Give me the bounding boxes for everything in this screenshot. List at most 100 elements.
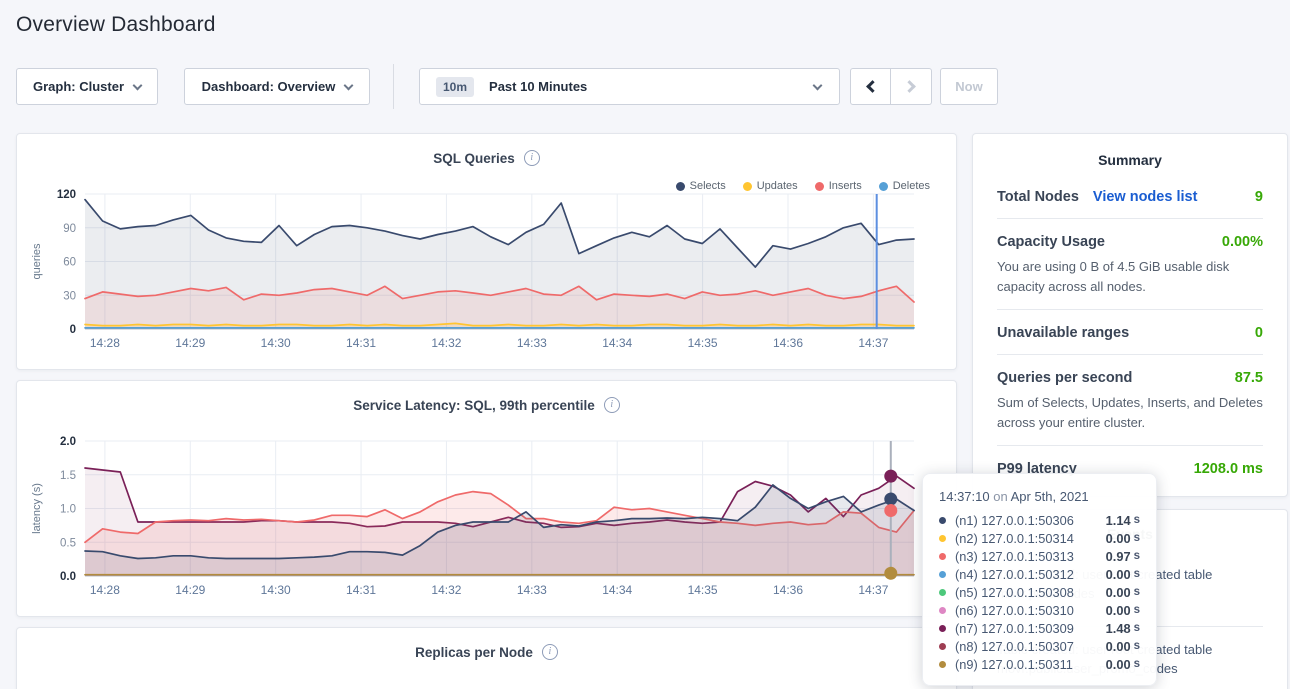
- summary-title: Summary: [997, 134, 1263, 174]
- node-address: (n3) 127.0.0.1:50313: [955, 549, 1074, 564]
- page-title: Overview Dashboard: [16, 13, 216, 37]
- series-color-dot: [939, 535, 946, 542]
- tooltip-row: (n8) 127.0.0.1:50307 0.00s: [939, 637, 1140, 655]
- graph-dropdown[interactable]: Graph: Cluster: [16, 68, 158, 105]
- node-address: (n6) 127.0.0.1:50310: [955, 603, 1074, 618]
- latency-value: 1.48: [1106, 621, 1131, 636]
- view-nodes-list-link[interactable]: View nodes list: [1093, 189, 1198, 205]
- latency-unit: s: [1134, 586, 1140, 598]
- toolbar: Graph: Cluster Dashboard: Overview 10m P…: [16, 68, 998, 105]
- summary-value: 1208.0 ms: [1194, 461, 1263, 477]
- node-address: (n9) 127.0.0.1:50311: [955, 657, 1073, 672]
- chevron-down-icon: [133, 80, 143, 90]
- chevron-right-icon: [903, 80, 916, 93]
- svg-text:30: 30: [63, 290, 76, 302]
- latency-unit: s: [1134, 532, 1140, 544]
- svg-text:1.5: 1.5: [60, 470, 76, 482]
- charts-column: SQL Queries i SelectsUpdatesInsertsDelet…: [16, 133, 957, 689]
- time-step-buttons: [850, 68, 932, 105]
- svg-text:14:36: 14:36: [773, 336, 803, 350]
- svg-text:14:33: 14:33: [517, 583, 547, 597]
- svg-text:0.0: 0.0: [60, 571, 76, 583]
- latency-unit: s: [1134, 622, 1140, 634]
- summary-value: 0.00%: [1222, 234, 1263, 250]
- now-button[interactable]: Now: [940, 68, 998, 105]
- tooltip-row: (n7) 127.0.0.1:50309 1.48s: [939, 619, 1140, 637]
- summary-value: 0: [1255, 325, 1263, 341]
- latency-unit: s: [1134, 550, 1140, 562]
- node-address: (n5) 127.0.0.1:50308: [955, 585, 1074, 600]
- service-latency-chart-card: Service Latency: SQL, 99th percentile i …: [16, 380, 957, 617]
- svg-text:14:31: 14:31: [346, 583, 376, 597]
- node-address: (n2) 127.0.0.1:50314: [955, 531, 1074, 546]
- series-color-dot: [939, 517, 946, 524]
- svg-text:14:29: 14:29: [175, 336, 205, 350]
- service-latency-chart[interactable]: 14:2814:2914:3014:3114:3214:3314:3414:35…: [27, 435, 948, 600]
- svg-text:14:35: 14:35: [688, 583, 718, 597]
- svg-text:2.0: 2.0: [60, 436, 76, 448]
- svg-text:latency (s): latency (s): [31, 483, 43, 534]
- latency-unit: s: [1134, 640, 1140, 652]
- replicas-per-node-chart-card: Replicas per Node i: [16, 627, 957, 689]
- latency-unit: s: [1134, 514, 1140, 526]
- node-address: (n8) 127.0.0.1:50307: [955, 639, 1074, 654]
- chart-hover-tooltip: 14:37:10 on Apr 5th, 2021 (n1) 127.0.0.1…: [922, 473, 1157, 686]
- info-icon[interactable]: i: [542, 644, 558, 660]
- svg-text:1.0: 1.0: [60, 504, 76, 516]
- tooltip-row: (n4) 127.0.0.1:50312 0.00s: [939, 565, 1140, 583]
- chart-title: SQL Queries: [433, 151, 515, 166]
- svg-text:14:28: 14:28: [90, 336, 120, 350]
- summary-label: Capacity Usage: [997, 234, 1105, 250]
- svg-text:14:34: 14:34: [602, 583, 632, 597]
- tooltip-timestamp: 14:37:10 on Apr 5th, 2021: [939, 489, 1140, 504]
- svg-text:14:34: 14:34: [602, 336, 632, 350]
- series-color-dot: [939, 553, 946, 560]
- summary-label: Total Nodes: [997, 189, 1079, 205]
- latency-value: 0.00: [1106, 639, 1131, 654]
- series-color-dot: [939, 607, 946, 614]
- sql-queries-chart[interactable]: 14:2814:2914:3014:3114:3214:3314:3414:35…: [27, 188, 948, 353]
- time-prev-button[interactable]: [850, 68, 891, 105]
- svg-text:14:33: 14:33: [517, 336, 547, 350]
- tooltip-row: (n3) 127.0.0.1:503130.97s: [939, 547, 1140, 565]
- sql-queries-chart-card: SQL Queries i SelectsUpdatesInsertsDelet…: [16, 133, 957, 370]
- latency-value: 0.00: [1106, 603, 1131, 618]
- series-color-dot: [939, 571, 946, 578]
- chevron-left-icon: [866, 80, 879, 93]
- svg-text:14:32: 14:32: [431, 336, 461, 350]
- svg-text:14:32: 14:32: [431, 583, 461, 597]
- svg-text:60: 60: [63, 257, 76, 269]
- node-address: (n7) 127.0.0.1:50309: [955, 621, 1074, 636]
- dashboard-dropdown[interactable]: Dashboard: Overview: [184, 68, 370, 105]
- svg-text:14:30: 14:30: [261, 583, 291, 597]
- info-icon[interactable]: i: [604, 397, 620, 413]
- svg-text:14:37: 14:37: [858, 336, 888, 350]
- chart-title: Service Latency: SQL, 99th percentile: [353, 398, 595, 413]
- chevron-down-icon: [813, 80, 823, 90]
- latency-unit: s: [1134, 604, 1140, 616]
- chevron-down-icon: [344, 80, 354, 90]
- latency-unit: s: [1134, 568, 1140, 580]
- summary-value: 9: [1255, 189, 1263, 205]
- series-color-dot: [939, 589, 946, 596]
- time-next-button[interactable]: [891, 68, 932, 105]
- tooltip-row: (n1) 127.0.0.1:50306 1.14s: [939, 511, 1140, 529]
- time-range-dropdown[interactable]: 10m Past 10 Minutes: [419, 68, 840, 105]
- svg-text:queries: queries: [31, 243, 43, 280]
- info-icon[interactable]: i: [524, 150, 540, 166]
- summary-value: 87.5: [1235, 370, 1263, 386]
- time-range-badge: 10m: [436, 77, 474, 97]
- summary-label: Queries per second: [997, 370, 1132, 386]
- tooltip-row: (n2) 127.0.0.1:50314 0.00s: [939, 529, 1140, 547]
- summary-row-unavailable-ranges: Unavailable ranges 0: [997, 309, 1263, 354]
- latency-value: 0.00: [1106, 657, 1131, 672]
- summary-panel: Summary Total Nodes View nodes list 9 Ca…: [972, 133, 1288, 497]
- node-address: (n4) 127.0.0.1:50312: [955, 567, 1074, 582]
- node-address: (n1) 127.0.0.1:50306: [955, 513, 1074, 528]
- latency-value: 0.00: [1106, 531, 1131, 546]
- toolbar-divider: [393, 64, 394, 109]
- latency-value: 1.14: [1106, 513, 1131, 528]
- latency-unit: s: [1134, 658, 1140, 670]
- latency-value: 0.00: [1106, 567, 1131, 582]
- summary-row-capacity: Capacity Usage 0.00% You are using 0 B o…: [997, 218, 1263, 309]
